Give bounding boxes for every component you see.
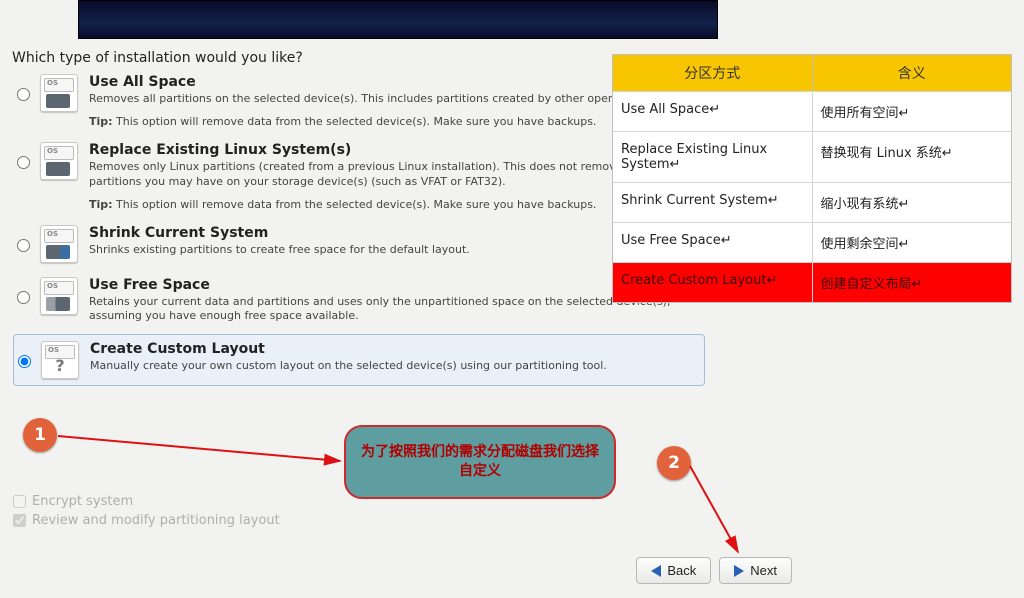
ref-cell: 替换现有 Linux 系统↵ bbox=[813, 131, 1012, 182]
extra-options: Encrypt system Review and modify partiti… bbox=[13, 494, 280, 532]
wizard-buttons: Back Next bbox=[636, 557, 792, 584]
annotation-badge-1: 1 bbox=[23, 418, 57, 452]
ref-header-mode: 分区方式 bbox=[613, 55, 813, 91]
ref-cell: Create Custom Layout↵ bbox=[613, 262, 813, 302]
disk-icon: OS bbox=[35, 142, 83, 180]
disk-icon: OS bbox=[35, 277, 83, 315]
installer-page: Which type of installation would you lik… bbox=[0, 0, 1024, 598]
arrow-right-icon bbox=[734, 565, 744, 577]
ref-cell: 创建自定义布局↵ bbox=[813, 262, 1012, 302]
next-button[interactable]: Next bbox=[719, 557, 792, 584]
option-shrink-current[interactable]: OS Shrink Current System Shrinks existin… bbox=[15, 221, 695, 267]
ref-cell: Shrink Current System↵ bbox=[613, 182, 813, 222]
annotation-badge-2: 2 bbox=[657, 446, 691, 480]
encrypt-checkbox[interactable] bbox=[13, 495, 26, 508]
review-partitioning-row[interactable]: Review and modify partitioning layout bbox=[13, 513, 280, 528]
option-title: Use Free Space bbox=[89, 277, 693, 293]
encrypt-system-row[interactable]: Encrypt system bbox=[13, 494, 280, 509]
ref-cell: 缩小现有系统↵ bbox=[813, 182, 1012, 222]
radio-use-all-space[interactable] bbox=[17, 88, 30, 101]
option-desc: Removes only Linux partitions (created f… bbox=[89, 160, 693, 190]
install-type-question: Which type of installation would you lik… bbox=[12, 50, 303, 66]
reference-table: 分区方式 含义 Use All Space↵使用所有空间↵ Replace Ex… bbox=[612, 54, 1012, 303]
option-tip: Tip: This option will remove data from t… bbox=[89, 115, 693, 128]
option-desc: Removes all partitions on the selected d… bbox=[89, 92, 693, 107]
banner bbox=[78, 0, 718, 39]
option-title: Shrink Current System bbox=[89, 225, 693, 241]
ref-header-meaning: 含义 bbox=[813, 55, 1012, 91]
disk-icon: OS bbox=[35, 74, 83, 112]
radio-create-custom-layout[interactable] bbox=[18, 355, 31, 368]
option-use-all-space[interactable]: OS Use All Space Removes all partitions … bbox=[15, 70, 695, 132]
option-create-custom-layout[interactable]: OS Create Custom Layout Manually create … bbox=[13, 334, 705, 386]
option-title: Create Custom Layout bbox=[90, 341, 700, 357]
review-checkbox[interactable] bbox=[13, 514, 26, 527]
review-label: Review and modify partitioning layout bbox=[32, 513, 280, 528]
option-replace-linux[interactable]: OS Replace Existing Linux System(s) Remo… bbox=[15, 138, 695, 215]
ref-cell: Replace Existing Linux System↵ bbox=[613, 131, 813, 182]
radio-use-free-space[interactable] bbox=[17, 291, 30, 304]
disk-icon: OS bbox=[35, 225, 83, 263]
option-tip: Tip: This option will remove data from t… bbox=[89, 198, 693, 211]
back-button[interactable]: Back bbox=[636, 557, 711, 584]
radio-replace-linux[interactable] bbox=[17, 156, 30, 169]
option-title: Use All Space bbox=[89, 74, 693, 90]
encrypt-label: Encrypt system bbox=[32, 494, 133, 509]
ref-cell: Use All Space↵ bbox=[613, 91, 813, 131]
option-title: Replace Existing Linux System(s) bbox=[89, 142, 693, 158]
ref-cell: 使用所有空间↵ bbox=[813, 91, 1012, 131]
radio-shrink-current[interactable] bbox=[17, 239, 30, 252]
option-desc: Manually create your own custom layout o… bbox=[90, 359, 700, 374]
install-type-options: OS Use All Space Removes all partitions … bbox=[15, 70, 695, 392]
ref-cell: 使用剩余空间↵ bbox=[813, 222, 1012, 262]
annotation-callout: 为了按照我们的需求分配磁盘我们选择自定义 bbox=[344, 425, 616, 499]
question-icon: OS bbox=[36, 341, 84, 379]
option-desc: Shrinks existing partitions to create fr… bbox=[89, 243, 693, 258]
arrow-left-icon bbox=[651, 565, 661, 577]
option-use-free-space[interactable]: OS Use Free Space Retains your current d… bbox=[15, 273, 695, 329]
ref-cell: Use Free Space↵ bbox=[613, 222, 813, 262]
option-desc: Retains your current data and partitions… bbox=[89, 295, 693, 325]
